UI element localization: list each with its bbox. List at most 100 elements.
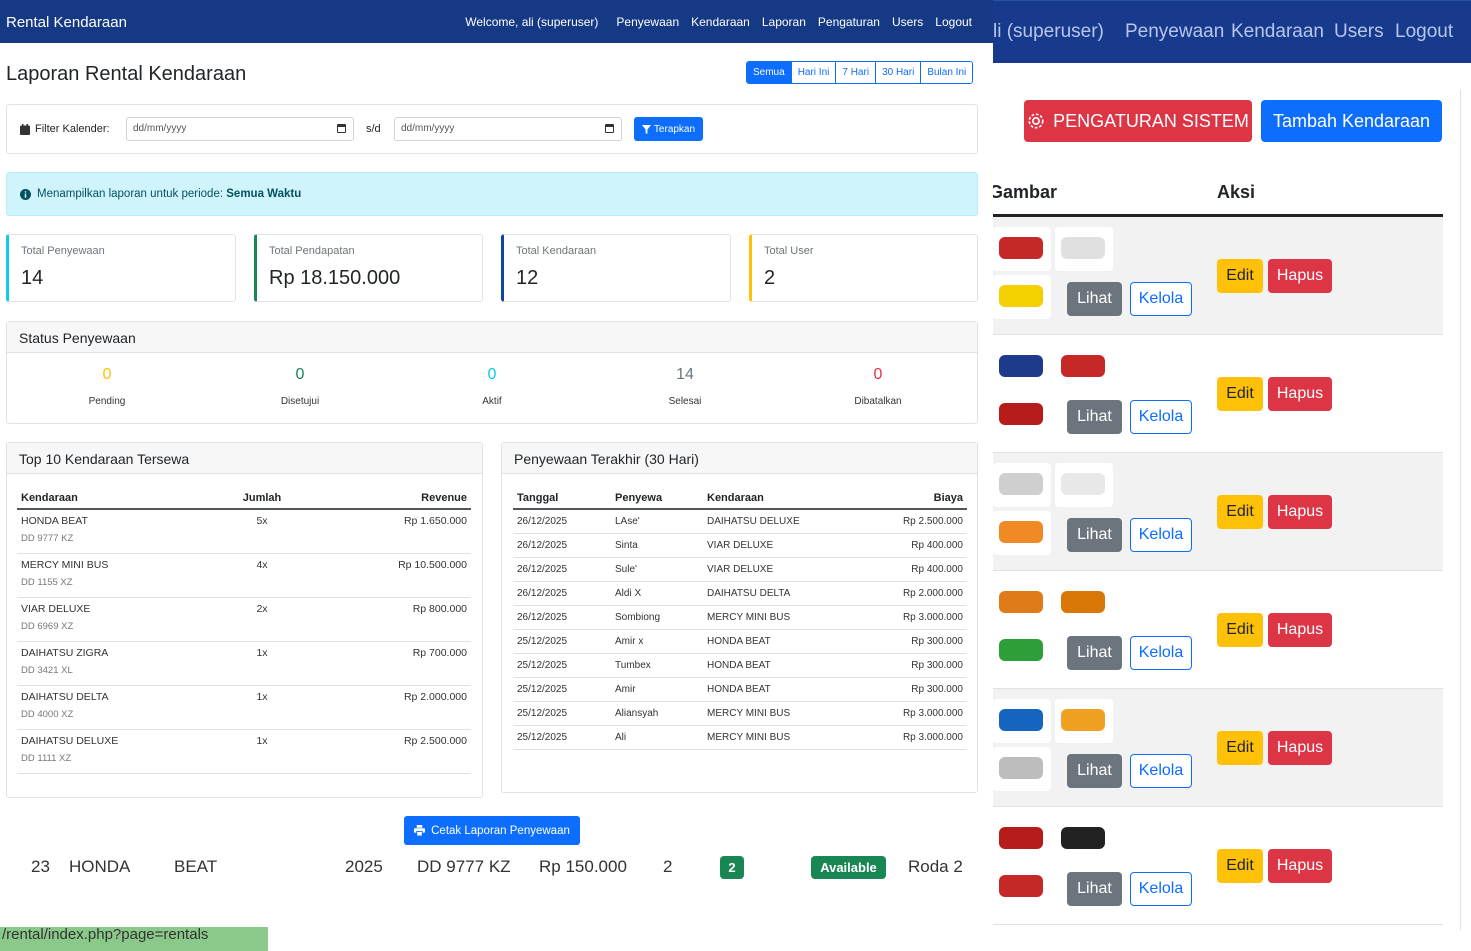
vehicle-thumbnail[interactable] — [1055, 699, 1113, 743]
nav-kendaraan[interactable]: Kendaraan — [691, 15, 750, 29]
range-semua[interactable]: Semua — [747, 62, 791, 83]
bg-nav-kendaraan[interactable]: Kendaraan — [1231, 21, 1324, 43]
edit-button[interactable]: Edit — [1217, 495, 1263, 529]
date-cell: 26/12/2025 — [513, 581, 611, 606]
stat-value: 12 — [516, 267, 539, 289]
vehicle-thumbnail[interactable] — [993, 275, 1051, 319]
status-label-4: Dibatalkan — [854, 396, 902, 407]
vehicle-thumbnail[interactable] — [1055, 581, 1113, 625]
vehicle-thumbnail[interactable] — [993, 629, 1051, 673]
manage-button[interactable]: Kelola — [1130, 518, 1192, 552]
vehicle-thumbnail[interactable] — [993, 511, 1051, 555]
range-30-hari[interactable]: 30 Hari — [875, 62, 921, 83]
status-card: Status Penyewaan 0 Pending 0 Disetujui 0 Akti… — [6, 321, 978, 424]
delete-button[interactable]: Hapus — [1268, 731, 1332, 765]
vehicle-thumbnail[interactable] — [993, 865, 1051, 909]
view-button[interactable]: Lihat — [1067, 754, 1122, 788]
bg-nav-logout[interactable]: Logout — [1395, 21, 1453, 43]
vehicle-shape — [1061, 237, 1105, 259]
edit-button[interactable]: Edit — [1217, 377, 1263, 411]
delete-button[interactable]: Hapus — [1268, 495, 1332, 529]
view-button[interactable]: Lihat — [1067, 518, 1122, 552]
edit-button[interactable]: Edit — [1217, 259, 1263, 293]
top10-card: Top 10 Kendaraan Tersewa Kendaraan Jumla… — [6, 442, 483, 798]
vehicle-thumbnail[interactable] — [993, 747, 1051, 791]
nav-pengaturan[interactable]: Pengaturan — [818, 15, 880, 29]
vehicle-plate: DD 4000 XZ — [21, 708, 74, 720]
calendar-icon — [20, 124, 30, 135]
nav-logout[interactable]: Logout — [935, 15, 972, 29]
vehicle-cell: DAIHATSU DELUXE — [703, 509, 843, 534]
vehicle-thumbnail[interactable] — [1055, 227, 1113, 271]
bg-nav-users[interactable]: Users — [1334, 21, 1384, 43]
table-row: DAIHATSU ZIGRA DD 3421 XL 1x Rp 700.000 — [17, 641, 471, 686]
count-cell: 1x — [227, 729, 297, 774]
vehicle-thumbnail[interactable] — [993, 463, 1051, 507]
manage-button[interactable]: Kelola — [1130, 872, 1192, 906]
vehicle-name: MERCY MINI BUS — [21, 558, 109, 571]
edit-button[interactable]: Edit — [1217, 849, 1263, 883]
row-type: Roda 2 — [908, 857, 963, 876]
nav-penyewaan[interactable]: Penyewaan — [616, 15, 679, 29]
range-bulan-ini[interactable]: Bulan Ini — [920, 62, 973, 83]
date-from-placeholder: dd/mm/yyyy — [133, 123, 187, 134]
range-7-hari[interactable]: 7 Hari — [835, 62, 876, 83]
vehicle-cell: HONDA BEAT — [703, 677, 843, 702]
vehicle-thumbnail[interactable] — [993, 345, 1051, 389]
count-cell: 1x — [227, 685, 297, 730]
page-title: Laporan Rental Kendaraan — [6, 63, 247, 85]
stat-label: Total Kendaraan — [516, 245, 597, 257]
date-cell: 26/12/2025 — [513, 509, 611, 534]
vehicle-cell: DAIHATSU DELTA DD 4000 XZ — [17, 685, 227, 730]
view-button[interactable]: Lihat — [1067, 872, 1122, 906]
delete-button[interactable]: Hapus — [1268, 259, 1332, 293]
table-row: Lihat Kelola Edit Hapus — [993, 689, 1443, 807]
info-text: Menampilkan laporan untuk periode: — [37, 188, 224, 200]
table-row: DAIHATSU DELTA DD 4000 XZ 1x Rp 2.000.000 — [17, 685, 471, 730]
renter-cell: Ali — [611, 725, 703, 750]
status-label-2: Aktif — [482, 396, 502, 407]
vehicle-thumbnail[interactable] — [993, 227, 1051, 271]
manage-button[interactable]: Kelola — [1130, 754, 1192, 788]
delete-button[interactable]: Hapus — [1268, 377, 1332, 411]
vehicle-cell: MERCY MINI BUS — [703, 725, 843, 750]
vehicle-thumbnail[interactable] — [993, 699, 1051, 743]
bg-nav-penyewaan[interactable]: Penyewaan — [1125, 21, 1224, 43]
manage-button[interactable]: Kelola — [1130, 282, 1192, 316]
vehicle-thumbnail[interactable] — [993, 581, 1051, 625]
delete-button[interactable]: Hapus — [1268, 849, 1332, 883]
calendar-picker-icon[interactable] — [337, 124, 346, 133]
manage-button[interactable]: Kelola — [1130, 636, 1192, 670]
navbar: Rental Kendaraan Welcome, ali (superuser… — [0, 0, 993, 43]
settings-button[interactable]: PENGATURAN SISTEM — [1024, 100, 1252, 142]
edit-button[interactable]: Edit — [1217, 731, 1263, 765]
vehicle-thumbnail[interactable] — [993, 817, 1051, 861]
cost-cell: Rp 2.500.000 — [843, 509, 967, 534]
date-to-input[interactable]: dd/mm/yyyy — [394, 117, 622, 141]
calendar-picker-icon[interactable] — [605, 124, 614, 133]
nav-users[interactable]: Users — [892, 15, 923, 29]
apply-filter-button[interactable]: Terapkan — [634, 117, 703, 141]
vehicle-thumbnail[interactable] — [1055, 463, 1113, 507]
table-row: Lihat Kelola Edit Hapus — [993, 453, 1443, 571]
vehicle-thumbnail[interactable] — [993, 393, 1051, 437]
nav-laporan[interactable]: Laporan — [762, 15, 806, 29]
print-report-button[interactable]: Cetak Laporan Penyewaan — [404, 816, 580, 845]
vehicle-thumbnail[interactable] — [1055, 345, 1113, 389]
info-alert: Menampilkan laporan untuk periode: Semua… — [6, 172, 978, 216]
delete-button[interactable]: Hapus — [1268, 613, 1332, 647]
status-count-2: 0 — [487, 366, 497, 383]
range-hari-ini[interactable]: Hari Ini — [790, 62, 836, 83]
view-button[interactable]: Lihat — [1067, 282, 1122, 316]
edit-button[interactable]: Edit — [1217, 613, 1263, 647]
add-vehicle-button[interactable]: Tambah Kendaraan — [1261, 100, 1442, 142]
view-button[interactable]: Lihat — [1067, 400, 1122, 434]
manage-button[interactable]: Kelola — [1130, 400, 1192, 434]
table-row: DAIHATSU DELUXE DD 1111 XZ 1x Rp 2.500.000 — [17, 729, 471, 774]
vehicle-thumbnail[interactable] — [1055, 817, 1113, 861]
date-from-input[interactable]: dd/mm/yyyy — [126, 117, 354, 141]
view-button[interactable]: Lihat — [1067, 636, 1122, 670]
status-badge: Available — [811, 856, 886, 879]
vehicle-shape — [999, 521, 1043, 543]
brand[interactable]: Rental Kendaraan — [6, 14, 127, 31]
